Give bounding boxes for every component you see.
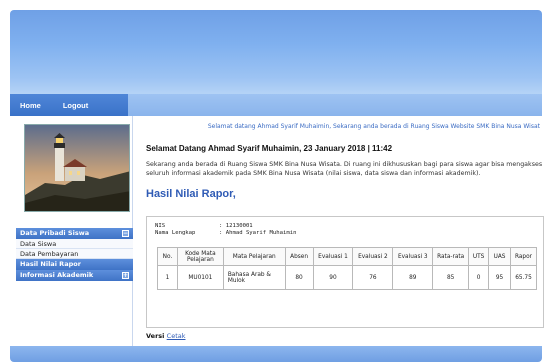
nis-label: NIS <box>155 223 166 229</box>
nav-links: Home Logout <box>10 94 128 116</box>
versi-label: Versi <box>146 332 165 340</box>
intro-text: Sekarang anda berada di Ruang Siswa SMK … <box>146 161 543 177</box>
table-row: 1 MU0101 Bahasa Arab & Mulok 80 90 76 89… <box>157 265 537 290</box>
col-mata-pelajaran: Mata Pelajaran <box>222 247 286 266</box>
col-rapor: Rapor <box>510 247 537 266</box>
logout-link[interactable]: Logout <box>63 101 88 110</box>
student-info: NIS : 12130001 Nama Lengkap : Ahmad Syar… <box>155 223 535 237</box>
menu-item-data-siswa[interactable]: Data Siswa <box>16 239 133 249</box>
col-absen: Absen <box>284 247 314 266</box>
sidebar: Data Pribadi Siswa − Data Siswa Data Pem… <box>10 116 133 346</box>
cell-kode: MU0101 <box>176 265 224 290</box>
nis-value: : 12130001 <box>219 223 253 229</box>
cell-no: 1 <box>157 265 178 290</box>
main-content: Selamat datang Ahmad Syarif Muhaimin, Se… <box>138 116 544 346</box>
cell-absen: 80 <box>284 265 314 290</box>
menu-item-data-pembayaran[interactable]: Data Pembayaran <box>16 249 133 259</box>
cetak-link[interactable]: Cetak <box>167 332 186 340</box>
menu-head-label: Hasil Nilai Rapor <box>20 260 81 268</box>
cell-mata-pelajaran: Bahasa Arab & Mulok <box>222 265 286 290</box>
col-uts: UTS <box>468 247 490 266</box>
home-link[interactable]: Home <box>20 101 41 110</box>
col-evaluasi-2: Evaluasi 2 <box>352 247 394 266</box>
collapse-icon[interactable]: − <box>122 230 129 237</box>
cell-evaluasi-3: 89 <box>392 265 434 290</box>
welcome-heading: Selamat Datang Ahmad Syarif Muhaimin, 23… <box>146 144 393 153</box>
menu-head-data-pribadi[interactable]: Data Pribadi Siswa − <box>16 228 133 239</box>
footer-bar <box>10 346 542 362</box>
expand-icon[interactable]: + <box>122 272 129 279</box>
cell-uts: 0 <box>468 265 490 290</box>
menu-head-label: Data Pribadi Siswa <box>20 229 90 237</box>
grades-table: No. Kode Mata Pelajaran Mata Pelajaran A… <box>157 247 537 290</box>
cell-evaluasi-1: 90 <box>312 265 354 290</box>
header-banner <box>10 10 542 94</box>
top-navbar: Home Logout <box>10 94 542 116</box>
cell-rapor: 65.75 <box>510 265 537 290</box>
menu-head-informasi[interactable]: Informasi Akademik + <box>16 270 133 281</box>
col-evaluasi-1: Evaluasi 1 <box>312 247 354 266</box>
nama-label: Nama Lengkap <box>155 230 196 236</box>
table-header-row: No. Kode Mata Pelajaran Mata Pelajaran A… <box>157 247 537 266</box>
menu-head-hasil-nilai[interactable]: Hasil Nilai Rapor <box>16 259 133 270</box>
versi-cetak: Versi Cetak <box>146 332 186 340</box>
page: Home Logout Data Pribadi Siswa − Data Si… <box>10 10 544 362</box>
col-no: No. <box>157 247 178 266</box>
col-evaluasi-3: Evaluasi 3 <box>392 247 434 266</box>
col-rata-rata: Rata-rata <box>432 247 470 266</box>
cell-uas: 95 <box>488 265 511 290</box>
cell-rata-rata: 85 <box>432 265 470 290</box>
col-kode: Kode Mata Pelajaran <box>176 247 224 266</box>
report-panel: NIS : 12130001 Nama Lengkap : Ahmad Syar… <box>146 216 544 328</box>
section-title: Hasil Nilai Rapor, <box>146 188 236 200</box>
sidebar-menu: Data Pribadi Siswa − Data Siswa Data Pem… <box>16 228 133 281</box>
welcome-marquee: Selamat datang Ahmad Syarif Muhaimin, Se… <box>207 123 540 130</box>
menu-head-label: Informasi Akademik <box>20 271 94 279</box>
cell-evaluasi-2: 76 <box>352 265 394 290</box>
lighthouse-photo <box>24 124 130 212</box>
nama-value: : Ahmad Syarif Muhaimin <box>219 230 297 236</box>
col-uas: UAS <box>488 247 511 266</box>
